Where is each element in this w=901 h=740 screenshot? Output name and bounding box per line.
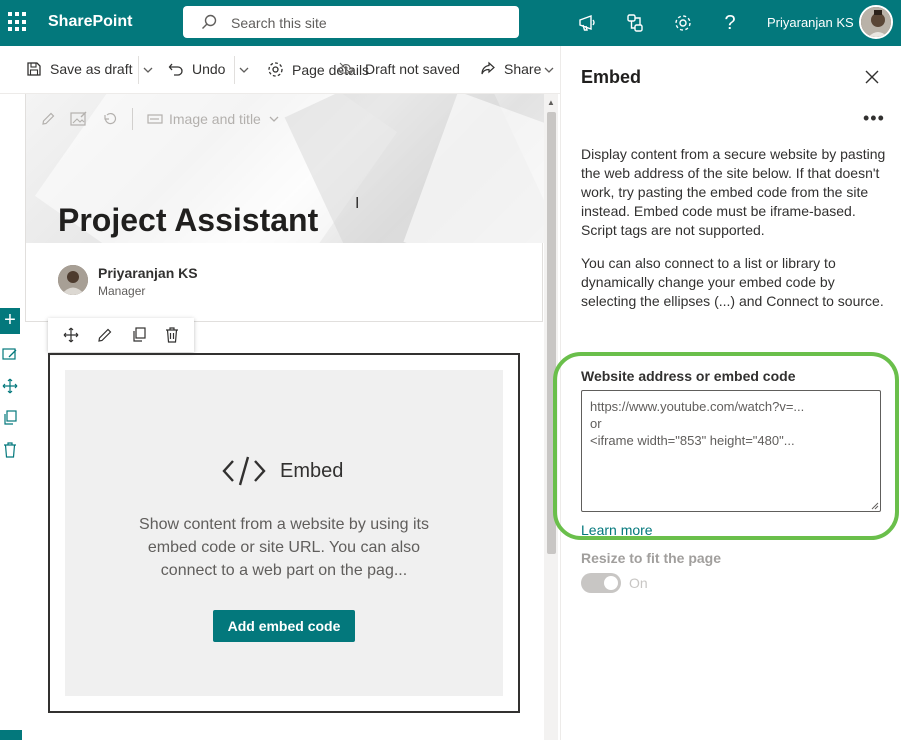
layout-icon <box>147 114 163 124</box>
pane-title: Embed <box>581 67 642 87</box>
divider <box>132 108 133 130</box>
chevron-down-icon[interactable] <box>143 67 153 73</box>
author-role: Manager <box>98 284 146 298</box>
page-details-label: Page details <box>292 61 370 78</box>
draft-status: Draft not saved <box>365 61 460 77</box>
pane-description: Display content from a secure website by… <box>581 146 886 238</box>
edit-section-icon[interactable] <box>1 345 19 363</box>
change-image-icon[interactable] <box>70 111 88 127</box>
megaphone-icon[interactable] <box>577 12 599 34</box>
scroll-up-icon[interactable]: ▲ <box>547 98 555 107</box>
pane-connect-description: You can also connect to a list or librar… <box>581 255 884 309</box>
embed-field-label: Website address or embed code <box>581 368 796 384</box>
embed-placeholder: Embed Show content from a website by usi… <box>65 370 503 696</box>
draft-status-label: Draft not saved <box>365 61 460 77</box>
gear-icon <box>268 62 283 77</box>
share-button[interactable]: Share <box>480 61 541 77</box>
delete-icon[interactable] <box>165 327 179 343</box>
divider <box>138 56 139 84</box>
resize-toggle[interactable] <box>581 573 621 593</box>
divider <box>234 56 235 84</box>
resize-grip-icon[interactable] <box>871 502 879 510</box>
move-icon[interactable] <box>1 377 19 395</box>
page-title[interactable]: Project Assistant <box>58 202 318 239</box>
text-cursor-icon: I <box>355 195 360 212</box>
undo-label: Undo <box>192 61 226 77</box>
help-icon[interactable]: ? <box>719 12 741 34</box>
share-network-icon[interactable] <box>624 12 646 34</box>
save-draft-button[interactable]: Save as draft <box>26 61 133 77</box>
undo-button[interactable]: Undo <box>168 61 225 77</box>
search-placeholder: Search this site <box>231 15 327 31</box>
scrollbar-thumb[interactable] <box>547 112 556 554</box>
save-icon <box>27 62 41 76</box>
save-draft-label: Save as draft <box>50 61 133 77</box>
embed-code-icon <box>222 456 266 486</box>
duplicate-icon[interactable] <box>1 409 19 427</box>
embed-title: Embed <box>280 459 344 482</box>
add-section-button[interactable] <box>0 730 22 740</box>
chevron-down-icon[interactable] <box>544 67 554 73</box>
toggle-knob <box>604 576 618 590</box>
webpart-toolbar <box>48 318 194 352</box>
author-name[interactable]: Priyaranjan KS <box>98 265 198 281</box>
title-toolbar: Image and title <box>40 108 279 130</box>
chevron-down-icon[interactable] <box>239 67 249 73</box>
suite-header: SharePoint Search this site ? Priyaranja… <box>0 0 901 46</box>
delete-icon[interactable] <box>1 441 19 459</box>
waffle-icon[interactable] <box>8 12 28 32</box>
more-icon[interactable]: ••• <box>863 108 885 129</box>
edit-icon[interactable] <box>40 111 56 127</box>
search-icon <box>202 14 217 29</box>
edit-icon[interactable] <box>97 327 113 343</box>
resize-label: Resize to fit the page <box>581 550 722 566</box>
undo-icon <box>168 63 183 76</box>
cloud-unsaved-icon <box>338 62 353 76</box>
user-avatar[interactable] <box>859 5 893 39</box>
command-bar: Save as draft Undo Page details Draft no… <box>0 46 560 94</box>
duplicate-icon[interactable] <box>131 327 147 343</box>
reset-icon[interactable] <box>102 111 118 127</box>
layout-label[interactable]: Image and title <box>169 111 261 127</box>
settings-icon[interactable] <box>672 12 694 34</box>
embed-webpart[interactable]: Embed Show content from a website by usi… <box>48 353 520 713</box>
close-icon[interactable] <box>865 70 879 84</box>
chevron-down-icon[interactable] <box>269 116 279 122</box>
embed-description: Show content from a website by using its… <box>139 516 429 579</box>
author-avatar <box>58 265 88 295</box>
embed-code-textarea[interactable]: https://www.youtube.com/watch?v=... or <… <box>581 390 881 512</box>
toggle-state-label: On <box>629 575 648 591</box>
add-icon[interactable]: + <box>0 308 20 334</box>
user-name[interactable]: Priyaranjan KS <box>767 15 854 30</box>
learn-more-link[interactable]: Learn more <box>581 522 653 538</box>
page-canvas: Image and title I Project Assistant Priy… <box>0 94 560 740</box>
embed-heading: Embed <box>222 455 343 487</box>
add-embed-code-button[interactable]: Add embed code <box>213 610 355 642</box>
title-region[interactable]: Image and title I Project Assistant Priy… <box>25 94 544 322</box>
app-brand[interactable]: SharePoint <box>48 13 132 31</box>
property-pane: Embed ••• Display content from a secure … <box>560 46 901 740</box>
move-icon[interactable] <box>63 327 79 343</box>
share-icon <box>481 61 495 75</box>
search-box[interactable]: Search this site <box>183 6 519 38</box>
share-label: Share <box>504 61 542 77</box>
